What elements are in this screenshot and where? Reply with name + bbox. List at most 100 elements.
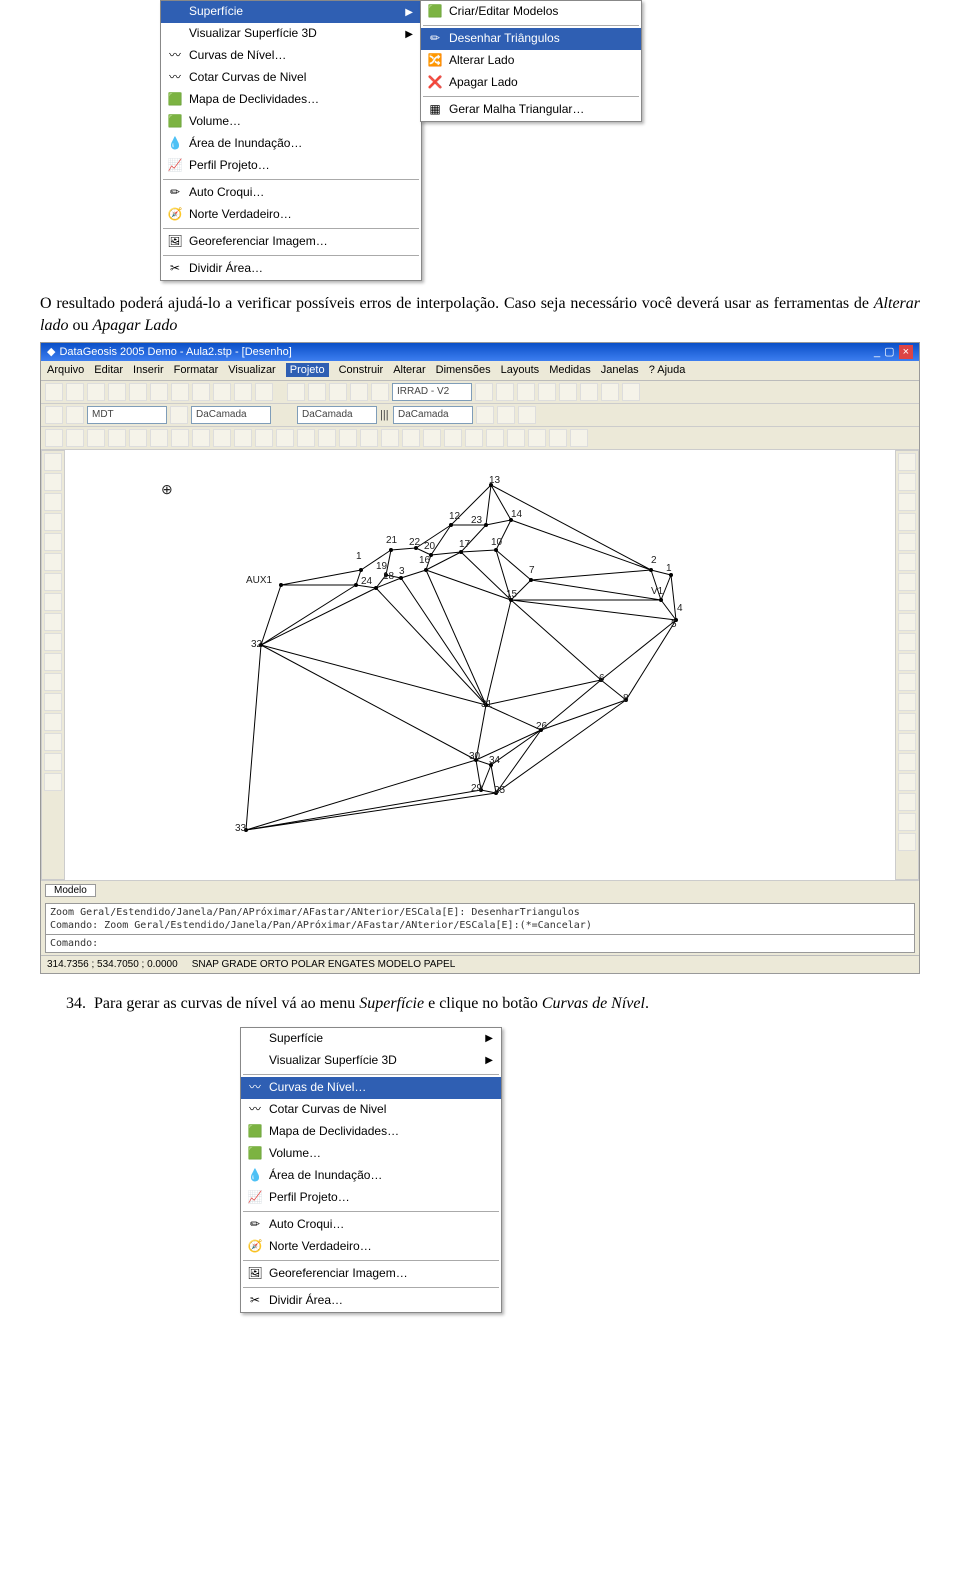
- menu-item[interactable]: 💧Área de Inundação…: [161, 133, 421, 155]
- menu-item[interactable]: ✏Desenhar Triângulos: [421, 28, 641, 50]
- menu-alterar[interactable]: Alterar: [393, 364, 425, 376]
- menu-item[interactable]: 🧭Norte Verdadeiro…: [241, 1236, 501, 1258]
- menu-item[interactable]: 〰Cotar Curvas de Nivel: [161, 67, 421, 89]
- menu-item[interactable]: ▦Gerar Malha Triangular…: [421, 99, 641, 121]
- menu-formatar[interactable]: Formatar: [174, 364, 219, 376]
- menu-item[interactable]: 🟩Volume…: [161, 111, 421, 133]
- menu-bar[interactable]: Arquivo Editar Inserir Formatar Visualizar Pr…: [41, 361, 919, 380]
- app-icon: ◆: [47, 345, 55, 359]
- menu-item[interactable]: 🟩Mapa de Declividades…: [161, 89, 421, 111]
- menu-item[interactable]: Superfície▶: [161, 1, 421, 23]
- right-toolbar[interactable]: [895, 450, 919, 880]
- toolbar-row-1[interactable]: IRRAD - V2: [41, 381, 919, 404]
- menu-item[interactable]: Visualizar Superfície 3D▶: [161, 23, 421, 45]
- submenu-arrow-icon: ▶: [391, 6, 413, 19]
- menu-label: Apagar Lado: [449, 75, 518, 91]
- close-button[interactable]: ×: [899, 345, 913, 359]
- combo-layer-3[interactable]: DaCamada: [393, 406, 473, 424]
- menu-janelas[interactable]: Janelas: [601, 364, 639, 376]
- menu-label: Volume…: [269, 1146, 321, 1162]
- menu-icon: [165, 26, 185, 42]
- menu-item[interactable]: 〰Curvas de Nível…: [241, 1077, 501, 1099]
- submenu-arrow-icon: ▶: [471, 1054, 493, 1067]
- menu-item[interactable]: Superfície▶: [241, 1028, 501, 1050]
- menu-icon: ▦: [425, 102, 445, 118]
- combo-layer-1[interactable]: DaCamada: [191, 406, 271, 424]
- menu-icon: 〰: [245, 1080, 265, 1096]
- menu-item[interactable]: 🔀Alterar Lado: [421, 50, 641, 72]
- menu-item[interactable]: 〰Cotar Curvas de Nivel: [241, 1099, 501, 1121]
- menu-item[interactable]: 📈Perfil Projeto…: [241, 1187, 501, 1209]
- menu-item[interactable]: ✏Auto Croqui…: [241, 1214, 501, 1236]
- menu-dimensões[interactable]: Dimensões: [436, 364, 491, 376]
- submenu-arrow-icon: ▶: [391, 28, 413, 41]
- menu-icon: ✏: [245, 1217, 265, 1233]
- menu-arquivo[interactable]: Arquivo: [47, 364, 84, 376]
- menu-label: Visualizar Superfície 3D: [269, 1053, 397, 1069]
- menu-item[interactable]: 🖼Georeferenciar Imagem…: [161, 231, 421, 253]
- menu-medidas[interactable]: Medidas: [549, 364, 591, 376]
- menu-item[interactable]: 🧭Norte Verdadeiro…: [161, 204, 421, 226]
- dropdown-projeto: Superfície▶Visualizar Superfície 3D▶〰Cur…: [160, 0, 422, 281]
- menu-item[interactable]: 🟩Volume…: [241, 1143, 501, 1165]
- combo-irrad[interactable]: IRRAD - V2: [392, 383, 472, 401]
- menu-label: Criar/Editar Modelos: [449, 4, 558, 20]
- menu-icon: 💧: [165, 136, 185, 152]
- menu-label: Norte Verdadeiro…: [189, 207, 292, 223]
- maximize-button[interactable]: ▢: [884, 345, 894, 359]
- menu-item[interactable]: 🟩Criar/Editar Modelos: [421, 1, 641, 23]
- drawing-canvas[interactable]: ⊕: [41, 450, 919, 880]
- menu-visualizar[interactable]: Visualizar: [228, 364, 276, 376]
- menu-item[interactable]: 〰Curvas de Nível…: [161, 45, 421, 67]
- menu-item[interactable]: 🟩Mapa de Declividades…: [241, 1121, 501, 1143]
- menu-layouts[interactable]: Layouts: [501, 364, 540, 376]
- menu-icon: ✂: [245, 1293, 265, 1309]
- menu-label: Cotar Curvas de Nivel: [269, 1102, 386, 1118]
- menu-item[interactable]: ✂Dividir Área…: [161, 258, 421, 280]
- menu-projeto[interactable]: Projeto: [286, 363, 329, 377]
- menu-icon: 🖼: [245, 1266, 265, 1282]
- menu-? ajuda[interactable]: ? Ajuda: [649, 364, 686, 376]
- dropdown-projeto-2: Superfície▶ Visualizar Superfície 3D ▶ 〰Cur…: [240, 1027, 502, 1313]
- menu-icon: 🟩: [165, 114, 185, 130]
- menu-icon: [165, 4, 185, 20]
- menu-label: Desenhar Triângulos: [449, 31, 560, 47]
- menu-item[interactable]: Visualizar Superfície 3D ▶: [241, 1050, 501, 1072]
- step-34: 34. Para gerar as curvas de nível vá ao …: [66, 994, 920, 1015]
- menu-icon: [245, 1031, 265, 1047]
- menu-editar[interactable]: Editar: [94, 364, 123, 376]
- command-input[interactable]: Comando:: [45, 935, 915, 953]
- menu-item[interactable]: 📈Perfil Projeto…: [161, 155, 421, 177]
- toolbar-row-2[interactable]: MDT DaCamada DaCamada ||| DaCamada: [41, 404, 919, 427]
- menu-label: Área de Inundação…: [269, 1168, 382, 1184]
- menu-label: Alterar Lado: [449, 53, 514, 69]
- menu-item[interactable]: ❌Apagar Lado: [421, 72, 641, 94]
- menu-icon: 📈: [165, 158, 185, 174]
- menu-icon: 🟩: [245, 1124, 265, 1140]
- menu-construir[interactable]: Construir: [339, 364, 384, 376]
- paragraph-result: O resultado poderá ajudá-lo a verificar …: [40, 293, 920, 336]
- menu-item[interactable]: 🖼Georeferenciar Imagem…: [241, 1263, 501, 1285]
- menu-item[interactable]: 💧Área de Inundação…: [241, 1165, 501, 1187]
- menu-icon: ❌: [425, 75, 445, 91]
- menu-item[interactable]: ✏Auto Croqui…: [161, 182, 421, 204]
- menu-item[interactable]: ✂Dividir Área…: [241, 1290, 501, 1312]
- menu-inserir[interactable]: Inserir: [133, 364, 164, 376]
- menu-icon: ✂: [165, 261, 185, 277]
- minimize-button[interactable]: _: [874, 345, 880, 359]
- menu-label: Dividir Área…: [269, 1293, 343, 1309]
- status-coords: 314.7356 ; 534.7050 ; 0.0000: [47, 958, 178, 971]
- tab-modelo[interactable]: Modelo: [45, 884, 96, 897]
- left-toolbar[interactable]: [41, 450, 65, 880]
- menu-label: Cotar Curvas de Nivel: [189, 70, 306, 86]
- status-bar: 314.7356 ; 534.7050 ; 0.0000 SNAP GRADE …: [41, 955, 919, 973]
- app-screenshot: ◆ DataGeosis 2005 Demo - Aula2.stp - [De…: [40, 342, 920, 974]
- toolbar-row-3[interactable]: [41, 427, 919, 450]
- bottom-toolbar[interactable]: [45, 897, 915, 901]
- triangulation-network: [131, 470, 751, 850]
- combo-mdt[interactable]: MDT: [87, 406, 167, 424]
- menu-icon: 🟩: [245, 1146, 265, 1162]
- menu-icon: 🟩: [165, 92, 185, 108]
- menu-label: Mapa de Declividades…: [269, 1124, 399, 1140]
- combo-layer-2[interactable]: DaCamada: [297, 406, 377, 424]
